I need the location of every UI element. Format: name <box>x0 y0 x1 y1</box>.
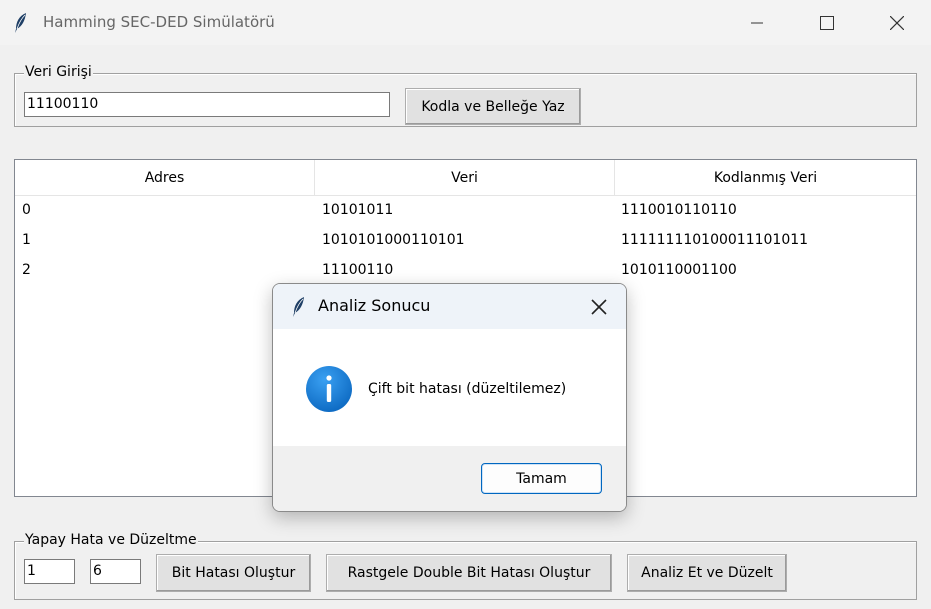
close-button[interactable] <box>862 0 931 45</box>
analyze-correct-button[interactable]: Analiz Et ve Düzelt <box>627 554 787 592</box>
cell-data: 10101011 <box>322 202 394 218</box>
dialog-message: Çift bit hatası (düzeltilemez) <box>368 381 567 397</box>
encode-write-button[interactable]: Kodla ve Belleğe Yaz <box>405 88 581 125</box>
cell-encoded: 1110010110110 <box>621 202 737 218</box>
minimize-button[interactable] <box>722 0 792 45</box>
info-icon <box>306 366 352 412</box>
cell-data: 11100110 <box>322 262 394 278</box>
maximize-icon <box>820 15 834 30</box>
cell-data: 1010101000110101 <box>322 232 465 248</box>
cell-address: 0 <box>22 202 31 218</box>
cell-address: 1 <box>22 232 31 248</box>
data-input[interactable]: 11100110 <box>24 92 390 117</box>
cell-encoded: 1010110001100 <box>621 262 737 278</box>
window-title: Hamming SEC-DED Simülatörü <box>43 13 275 31</box>
random-double-bit-error-button[interactable]: Rastgele Double Bit Hatası Oluştur <box>326 554 612 592</box>
column-header-address[interactable]: Adres <box>15 160 315 196</box>
maximize-button[interactable] <box>792 0 862 45</box>
dialog-title: Analiz Sonucu <box>318 296 431 315</box>
dialog-close-button[interactable] <box>583 293 615 321</box>
column-header-data[interactable]: Veri <box>315 160 615 196</box>
input-group-label: Veri Girişi <box>24 64 93 81</box>
table-header: Adres Veri Kodlanmış Veri <box>15 160 916 196</box>
address-input[interactable]: 1 <box>24 559 75 584</box>
feather-icon <box>291 296 307 322</box>
bit-position-input[interactable]: 6 <box>90 559 141 584</box>
error-group-label: Yapay Hata ve Düzeltme <box>24 532 198 549</box>
column-header-encoded[interactable]: Kodlanmış Veri <box>615 160 916 196</box>
ok-button[interactable]: Tamam <box>481 463 602 494</box>
table-row[interactable]: 0 10101011 1110010110110 <box>15 196 916 226</box>
feather-icon <box>13 12 29 34</box>
close-icon <box>890 15 904 30</box>
analysis-result-dialog: Analiz Sonucu Çift bit hatası (düzeltile… <box>272 283 627 512</box>
bit-error-button[interactable]: Bit Hatası Oluştur <box>156 554 311 592</box>
dialog-title-bar: Analiz Sonucu <box>273 284 626 329</box>
title-bar: Hamming SEC-DED Simülatörü <box>0 0 931 45</box>
minimize-icon <box>751 22 763 23</box>
table-row[interactable]: 1 1010101000110101 111111110100011101011 <box>15 226 916 256</box>
cell-address: 2 <box>22 262 31 278</box>
cell-encoded: 111111110100011101011 <box>621 232 809 248</box>
close-icon <box>591 299 607 315</box>
table-row[interactable]: 2 11100110 1010110001100 <box>15 256 916 286</box>
